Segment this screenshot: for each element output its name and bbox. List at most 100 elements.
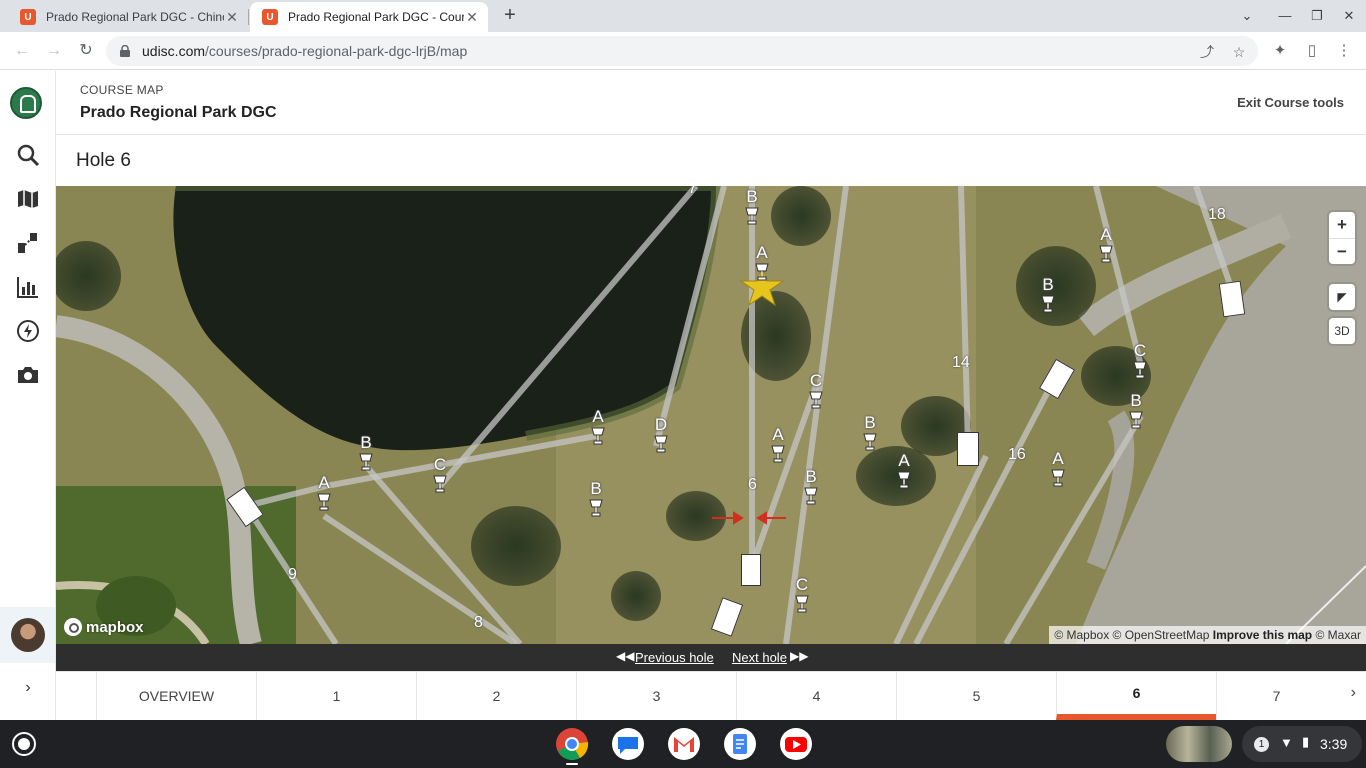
toggle-3d-button[interactable]: 3D: [1329, 318, 1355, 344]
search-courses-icon[interactable]: [14, 141, 42, 169]
basket-marker[interactable]: A: [591, 408, 605, 451]
address-bar[interactable]: udisc.com/courses/prado-regional-park-dg…: [106, 36, 1258, 66]
map-hole-number[interactable]: 6: [748, 476, 757, 494]
tab-hole-1[interactable]: 1: [256, 672, 416, 720]
gmail-icon[interactable]: [667, 727, 701, 761]
mapbox-logo-text: mapbox: [86, 618, 144, 636]
course-map-icon[interactable]: [14, 185, 42, 213]
bolt-icon[interactable]: [14, 317, 42, 345]
attribution-mapbox-link[interactable]: © Mapbox: [1054, 628, 1109, 642]
stats-icon[interactable]: [14, 273, 42, 301]
clock: 3:39: [1320, 736, 1348, 752]
basket-marker[interactable]: B: [863, 414, 877, 457]
basket-marker[interactable]: C: [795, 576, 809, 619]
reload-icon[interactable]: ↻: [74, 39, 98, 63]
close-tab-icon[interactable]: ✕: [224, 9, 240, 26]
basket-label: B: [590, 479, 602, 498]
messages-icon[interactable]: [611, 727, 645, 761]
previous-hole-link[interactable]: Previous hole: [635, 650, 714, 665]
map-hole-number[interactable]: 9: [288, 566, 297, 584]
course-map[interactable]: 7 18 14 16 6 9 8 B A C A B C A D B A B B A C A B C B A + −…: [56, 186, 1366, 644]
attribution-maxar-link[interactable]: © Maxar: [1315, 628, 1361, 642]
basket-marker[interactable]: B: [1129, 392, 1143, 435]
tab-hole-5[interactable]: 5: [896, 672, 1056, 720]
tee-pad[interactable]: [1218, 280, 1246, 318]
zoom-out-button[interactable]: −: [1329, 238, 1355, 264]
map-hole-number[interactable]: 16: [1008, 446, 1026, 464]
basket-marker[interactable]: A: [897, 452, 911, 495]
exit-course-tools-link[interactable]: Exit Course tools: [1237, 95, 1344, 110]
fast-forward-icon: ▶▶: [790, 649, 809, 663]
camera-icon[interactable]: [14, 361, 42, 389]
basket-marker[interactable]: B: [804, 468, 818, 511]
new-tab-button[interactable]: +: [498, 4, 522, 28]
basket-marker[interactable]: B: [1041, 276, 1055, 319]
improve-map-link[interactable]: Improve this map: [1213, 628, 1312, 642]
basket-marker[interactable]: C: [1133, 342, 1147, 385]
tab-overview[interactable]: OVERVIEW: [96, 672, 256, 720]
basket-marker[interactable]: B: [359, 434, 373, 477]
basket-marker[interactable]: C: [809, 372, 823, 415]
map-hole-number[interactable]: 8: [474, 614, 483, 632]
youtube-icon[interactable]: [779, 727, 813, 761]
basket-marker[interactable]: A: [755, 244, 769, 287]
basket-marker[interactable]: A: [1051, 450, 1065, 493]
forward-icon[interactable]: →: [42, 39, 66, 63]
tee-pad[interactable]: [741, 554, 761, 586]
tab-separator: [248, 9, 249, 25]
browser-tab-2[interactable]: U Prado Regional Park DGC - Cour ✕: [250, 2, 488, 32]
url-host: udisc.com: [142, 43, 206, 59]
tee-pad[interactable]: [957, 432, 979, 466]
share-icon[interactable]: ⤴: [1198, 43, 1216, 61]
basket-marker[interactable]: C: [433, 456, 447, 499]
zoom-in-button[interactable]: +: [1329, 212, 1355, 238]
satellite-imagery: [56, 186, 1366, 644]
tab-hole-6[interactable]: 6: [1056, 672, 1216, 720]
tab-hole-2[interactable]: 2: [416, 672, 576, 720]
expand-sidebar-icon[interactable]: ›: [14, 679, 42, 703]
maximize-icon[interactable]: ❐: [1302, 4, 1332, 28]
basket-label: D: [654, 415, 668, 434]
next-hole-link[interactable]: Next hole: [732, 650, 787, 665]
holding-space-thumbnail[interactable]: [1166, 726, 1232, 762]
tab-hole-4[interactable]: 4: [736, 672, 896, 720]
basket-marker[interactable]: D: [654, 416, 668, 459]
minimize-icon[interactable]: —: [1270, 4, 1300, 28]
compass-icon[interactable]: ◤: [1329, 284, 1355, 310]
map-hole-number[interactable]: 7: [688, 186, 697, 198]
map-hole-number[interactable]: 18: [1208, 206, 1226, 224]
back-icon[interactable]: ←: [10, 39, 34, 63]
basket-marker[interactable]: B: [745, 188, 759, 231]
tab-hole-7[interactable]: 7: [1216, 672, 1336, 720]
extensions-icon[interactable]: ✦: [1270, 41, 1290, 61]
attribution-osm-link[interactable]: © OpenStreetMap: [1113, 628, 1210, 642]
wifi-icon: ▼: [1280, 735, 1293, 750]
close-window-icon[interactable]: ✕: [1334, 4, 1364, 28]
basket-marker[interactable]: B: [589, 480, 603, 523]
hole-layout-icon[interactable]: [14, 229, 42, 257]
map-hole-number[interactable]: 14: [952, 354, 970, 372]
mapbox-logo: mapbox: [64, 618, 144, 636]
close-tab-icon[interactable]: ✕: [464, 9, 480, 26]
basket-icon: [654, 435, 668, 453]
basket-marker[interactable]: A: [1099, 226, 1113, 269]
basket-icon: [771, 445, 785, 463]
status-tray[interactable]: 1 ▼ ▮ 3:39: [1242, 726, 1362, 762]
menu-kebab-icon[interactable]: ⋮: [1334, 41, 1354, 61]
tab-search-icon[interactable]: ⌄: [1232, 4, 1262, 28]
chrome-icon[interactable]: [555, 727, 589, 761]
launcher-icon[interactable]: [12, 732, 36, 756]
basket-marker[interactable]: A: [317, 474, 331, 517]
avatar[interactable]: [11, 618, 45, 652]
basket-icon: [745, 207, 759, 225]
browser-tab-1[interactable]: U Prado Regional Park DGC - Chino ✕: [8, 2, 248, 32]
udisc-logo-icon[interactable]: [10, 87, 42, 119]
basket-marker[interactable]: A: [771, 426, 785, 469]
side-panel-icon[interactable]: ▯: [1302, 41, 1322, 61]
bookmark-star-icon[interactable]: ☆: [1230, 43, 1248, 61]
tab-hole-3[interactable]: 3: [576, 672, 736, 720]
docs-icon[interactable]: [723, 727, 757, 761]
basket-icon: [1099, 245, 1113, 263]
zoom-control: + −: [1329, 212, 1355, 264]
chevron-right-icon[interactable]: ›: [1351, 684, 1356, 702]
